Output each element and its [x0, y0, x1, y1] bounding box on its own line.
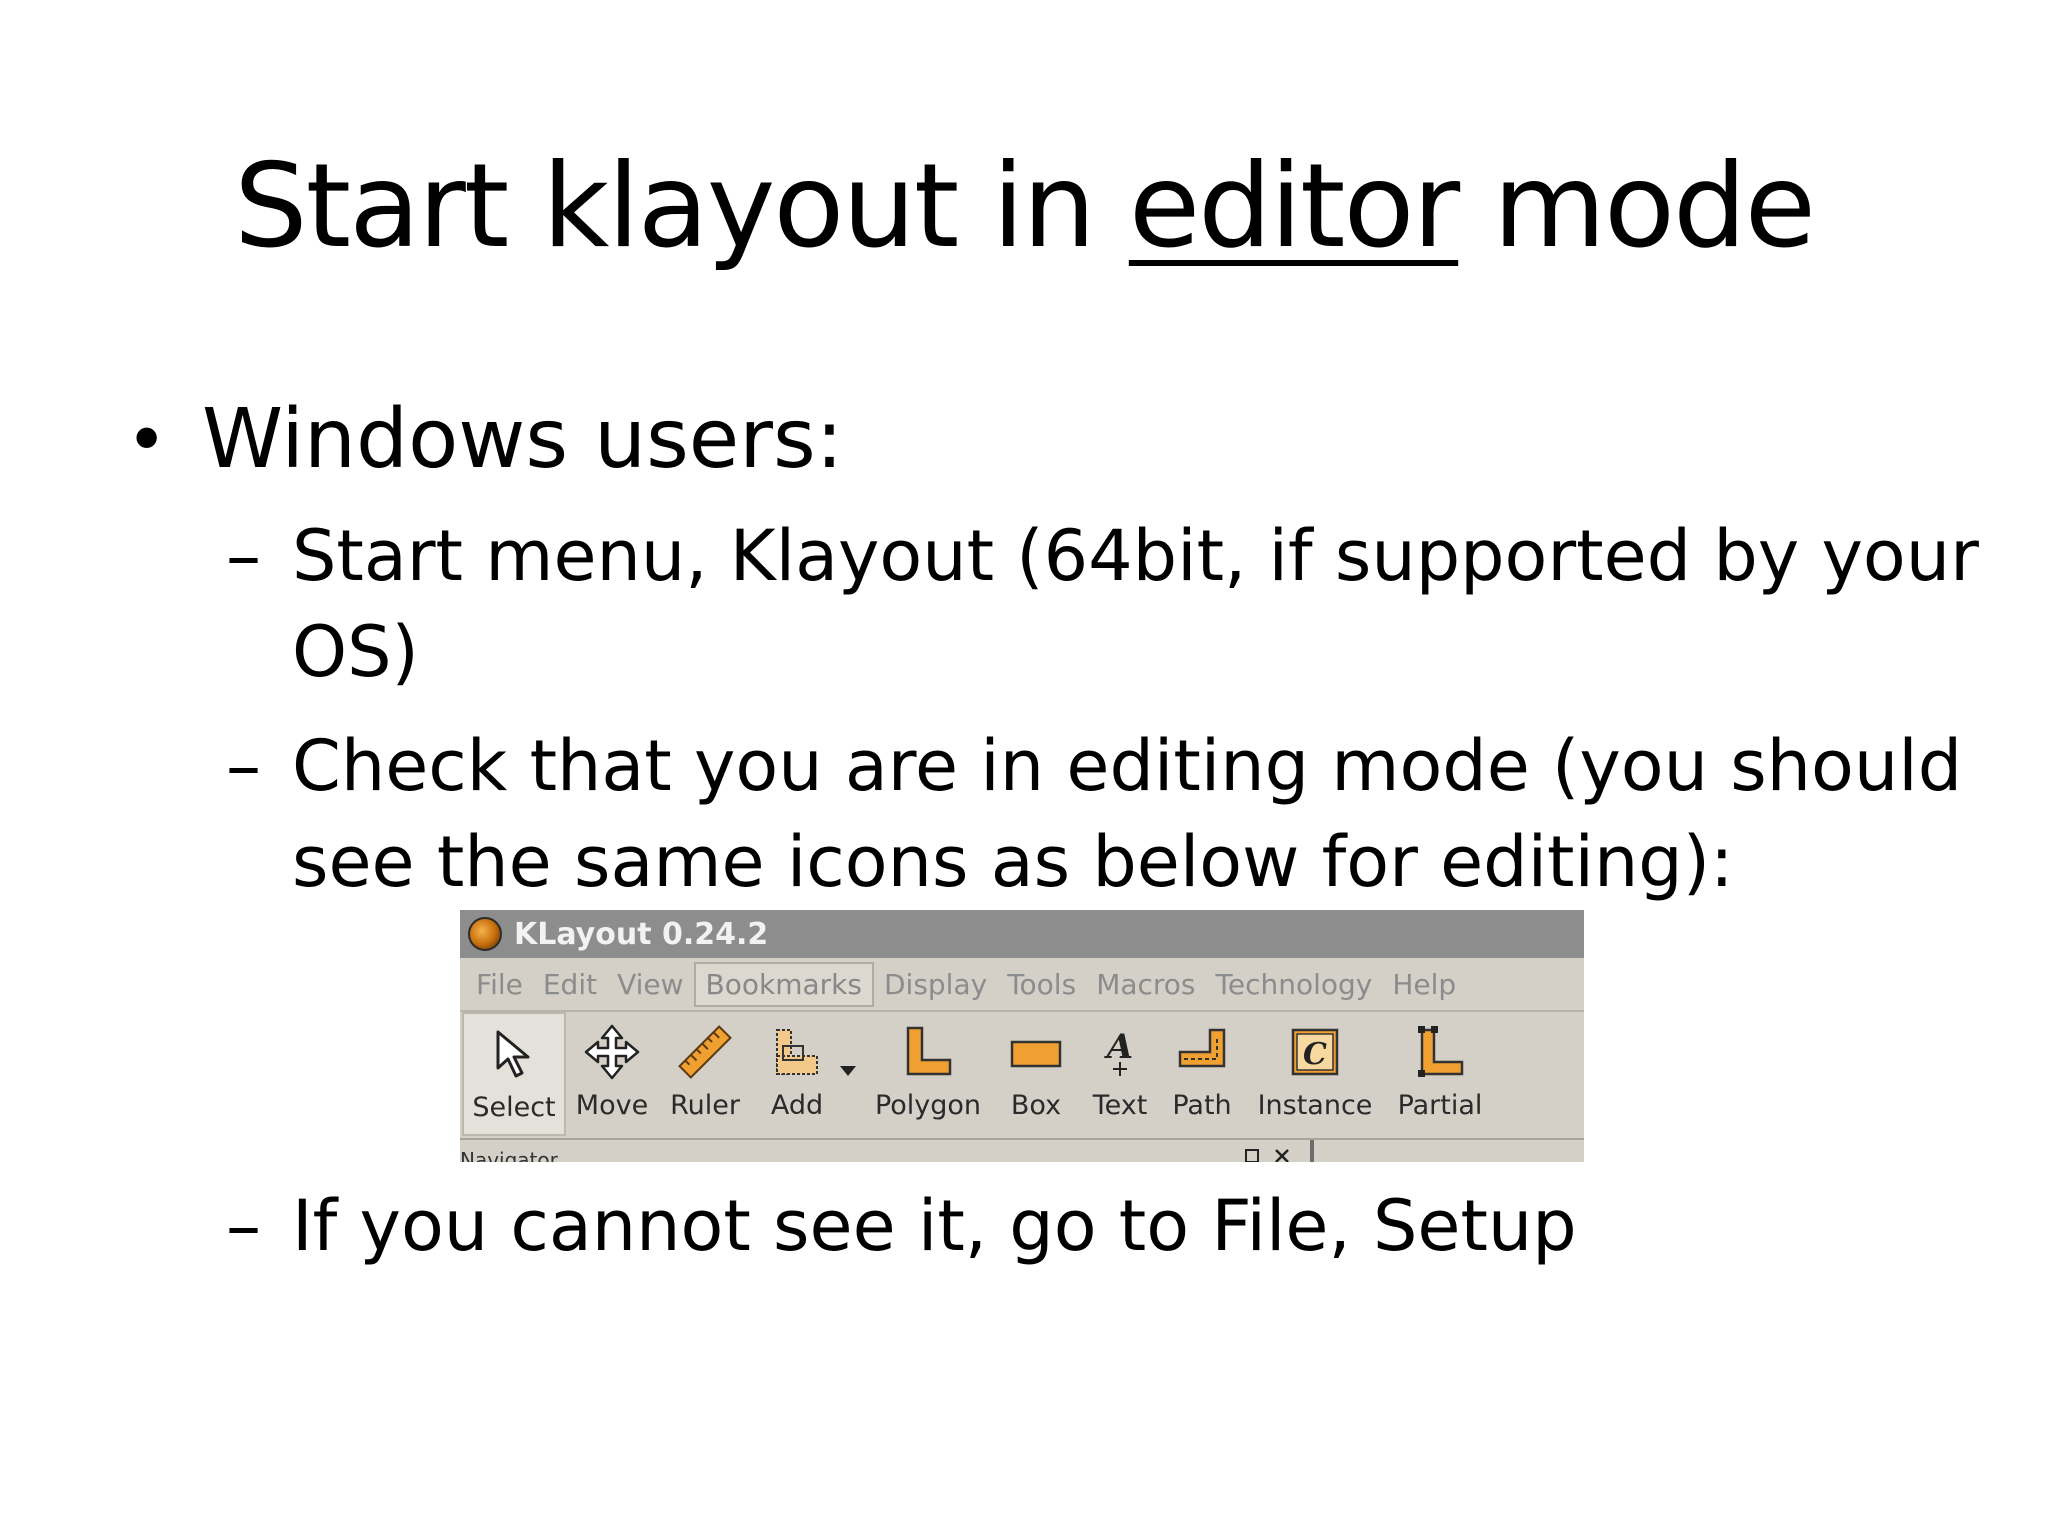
sub-line: If you cannot see it, go to File, Setup [292, 1185, 1577, 1267]
klayout-menubar: File Edit View Bookmarks Display Tools M… [460, 958, 1584, 1012]
tool-ruler-button[interactable]: Ruler [660, 1012, 750, 1136]
tool-label: Partial [1397, 1090, 1483, 1121]
text-icon: A [1104, 1027, 1133, 1076]
menu-technology[interactable]: Technology [1206, 964, 1383, 1005]
tool-label: Ruler [670, 1090, 740, 1121]
instance-icon: C [1291, 1028, 1339, 1076]
title-emphasis: editor [1128, 139, 1460, 274]
close-icon[interactable] [1272, 1144, 1292, 1162]
klayout-logo-icon [468, 917, 502, 951]
tool-label: Move [575, 1090, 649, 1121]
sub-dash: – [226, 725, 261, 807]
move-icon [584, 1024, 640, 1080]
tool-label: Instance [1257, 1090, 1373, 1121]
tool-polygon-button[interactable]: Polygon [868, 1012, 988, 1136]
sub-dash: – [226, 1185, 261, 1267]
box-icon [1010, 1040, 1062, 1068]
select-arrow-icon [496, 1030, 530, 1078]
float-icon[interactable] [1242, 1144, 1264, 1162]
tool-label: Polygon [874, 1090, 982, 1121]
svg-text:A: A [1104, 1027, 1133, 1067]
tool-label: Box [1010, 1090, 1062, 1121]
menu-file[interactable]: File [466, 964, 533, 1005]
bullet-dot: • [126, 399, 168, 481]
navigator-panel-strip: Navigator [460, 1138, 1584, 1162]
sub-line: see the same icons as below for editing)… [292, 821, 1734, 903]
tool-label: Text [1092, 1090, 1148, 1121]
bullet-windows-users: • Windows users: [126, 390, 843, 490]
title-suffix: mode [1458, 139, 1816, 274]
tool-select-button[interactable]: Select [462, 1012, 566, 1136]
tool-text-button[interactable]: A Text [1080, 1012, 1160, 1136]
chevron-down-icon[interactable] [838, 1064, 858, 1078]
menu-tools[interactable]: Tools [997, 964, 1086, 1005]
menu-view[interactable]: View [607, 964, 693, 1005]
slide-title: Start klayout in editor mode [0, 132, 2048, 282]
title-prefix: Start klayout in [233, 139, 1129, 274]
klayout-screenshot: KLayout 0.24.2 File Edit View Bookmarks … [460, 910, 1584, 1162]
tool-label: Select [472, 1092, 556, 1123]
tool-move-button[interactable]: Move [570, 1012, 654, 1136]
menu-display[interactable]: Display [874, 964, 997, 1005]
sub-dash: – [226, 515, 261, 597]
sub-line: Start menu, Klayout (64bit, if supported… [292, 515, 1979, 597]
svg-text:C: C [1303, 1037, 1327, 1072]
tool-partial-button[interactable]: Partial [1390, 1012, 1490, 1136]
sub-line: OS) [292, 611, 419, 693]
tool-label: Add [770, 1090, 824, 1121]
menu-bookmarks[interactable]: Bookmarks [693, 961, 874, 1007]
panel-divider [1310, 1140, 1314, 1162]
window-title: KLayout 0.24.2 [514, 916, 769, 952]
klayout-toolbar: Select Move Ruler Add Polygon Box A Text… [460, 1012, 1584, 1138]
tool-label: Path [1172, 1090, 1232, 1121]
menu-edit[interactable]: Edit [533, 964, 607, 1005]
ruler-icon [678, 1025, 732, 1079]
menu-macros[interactable]: Macros [1086, 964, 1205, 1005]
navigator-label: Navigator [460, 1148, 558, 1162]
tool-path-button[interactable]: Path [1162, 1012, 1242, 1136]
sub-line: Check that you are in editing mode (you … [292, 725, 1963, 807]
tool-instance-button[interactable]: C Instance [1252, 1012, 1378, 1136]
tool-add-button[interactable]: Add [752, 1012, 842, 1136]
partial-icon [1418, 1026, 1464, 1077]
polygon-icon [906, 1026, 952, 1076]
menu-help[interactable]: Help [1382, 964, 1466, 1005]
path-icon [1178, 1028, 1226, 1068]
bullet-text: Windows users: [202, 392, 844, 487]
tool-box-button[interactable]: Box [996, 1012, 1076, 1136]
add-icon [776, 1029, 818, 1075]
klayout-titlebar: KLayout 0.24.2 [460, 910, 1584, 958]
